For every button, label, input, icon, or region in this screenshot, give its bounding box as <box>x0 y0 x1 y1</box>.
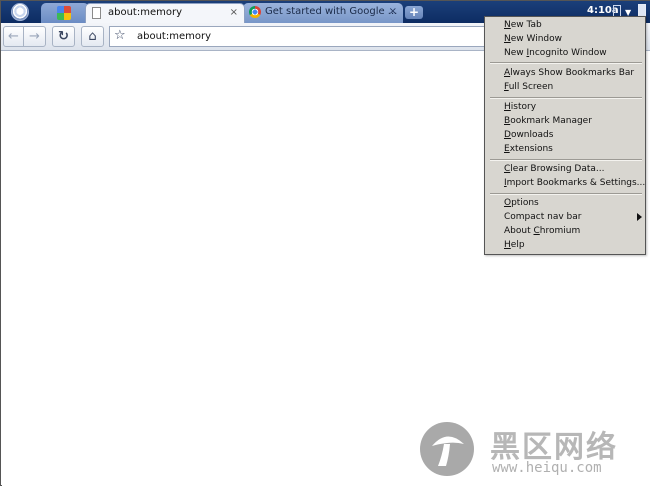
omnibox[interactable]: ☆ about:memory <box>109 26 489 47</box>
menu-item-downloads[interactable]: Downloads <box>504 130 553 140</box>
menu-item-help[interactable]: Help <box>504 240 525 250</box>
bookmark-star-icon[interactable]: ☆ <box>114 28 126 43</box>
new-tab-button[interactable]: + <box>405 6 423 19</box>
menu-item-new-window[interactable]: New Window <box>504 34 562 44</box>
tab-close-icon[interactable]: × <box>230 7 238 18</box>
menu-separator <box>490 159 642 161</box>
watermark-mushroom-logo <box>420 422 474 476</box>
menu-item-about-chromium[interactable]: About Chromium <box>504 226 580 236</box>
menu-item-always-show-bookmarks-bar[interactable]: Always Show Bookmarks Bar <box>504 68 634 78</box>
menu-separator <box>490 193 642 195</box>
menu-item-bookmark-manager[interactable]: Bookmark Manager <box>504 116 592 126</box>
forward-button[interactable]: → <box>23 26 46 47</box>
menu-item-compact-nav-bar[interactable]: Compact nav bar <box>504 212 581 222</box>
menu-item-import-bookmarks[interactable]: Import Bookmarks & Settings... <box>504 178 645 188</box>
reload-button[interactable]: ↻ <box>52 26 75 47</box>
back-button[interactable]: ← <box>3 26 24 47</box>
menu-item-history[interactable]: History <box>504 102 536 112</box>
menu-item-extensions[interactable]: Extensions <box>504 144 553 154</box>
menu-separator <box>490 62 642 64</box>
watermark: 黑区网络 www.heiqu.com <box>412 420 648 484</box>
tab-get-started[interactable]: Get started with Google ... × <box>243 3 403 23</box>
submenu-arrow-icon <box>637 213 642 221</box>
tab-about-memory[interactable]: about:memory × <box>85 3 245 23</box>
menu-item-new-tab[interactable]: New Tab <box>504 20 542 30</box>
menu-item-full-screen[interactable]: Full Screen <box>504 82 553 92</box>
google-favicon-icon <box>57 6 71 20</box>
home-button[interactable]: ⌂ <box>81 26 104 47</box>
url-text[interactable]: about:memory <box>137 31 211 42</box>
page-icon <box>92 7 101 19</box>
menu-separator <box>490 97 642 99</box>
watermark-url: www.heiqu.com <box>492 460 602 476</box>
tab-google-pinned[interactable] <box>41 3 89 23</box>
chrome-os-menu-icon[interactable] <box>11 3 29 21</box>
menu-item-options[interactable]: Options <box>504 198 539 208</box>
menu-item-clear-browsing-data[interactable]: Clear Browsing Data... <box>504 164 605 174</box>
wrench-menu: New Tab New Window New Incognito Window … <box>484 16 646 255</box>
chrome-favicon-icon <box>249 6 261 18</box>
tab-title: about:memory <box>108 7 183 18</box>
tab-close-icon[interactable]: × <box>389 6 397 17</box>
tab-title: Get started with Google ... <box>265 6 398 17</box>
menu-item-new-incognito-window[interactable]: New Incognito Window <box>504 48 607 58</box>
